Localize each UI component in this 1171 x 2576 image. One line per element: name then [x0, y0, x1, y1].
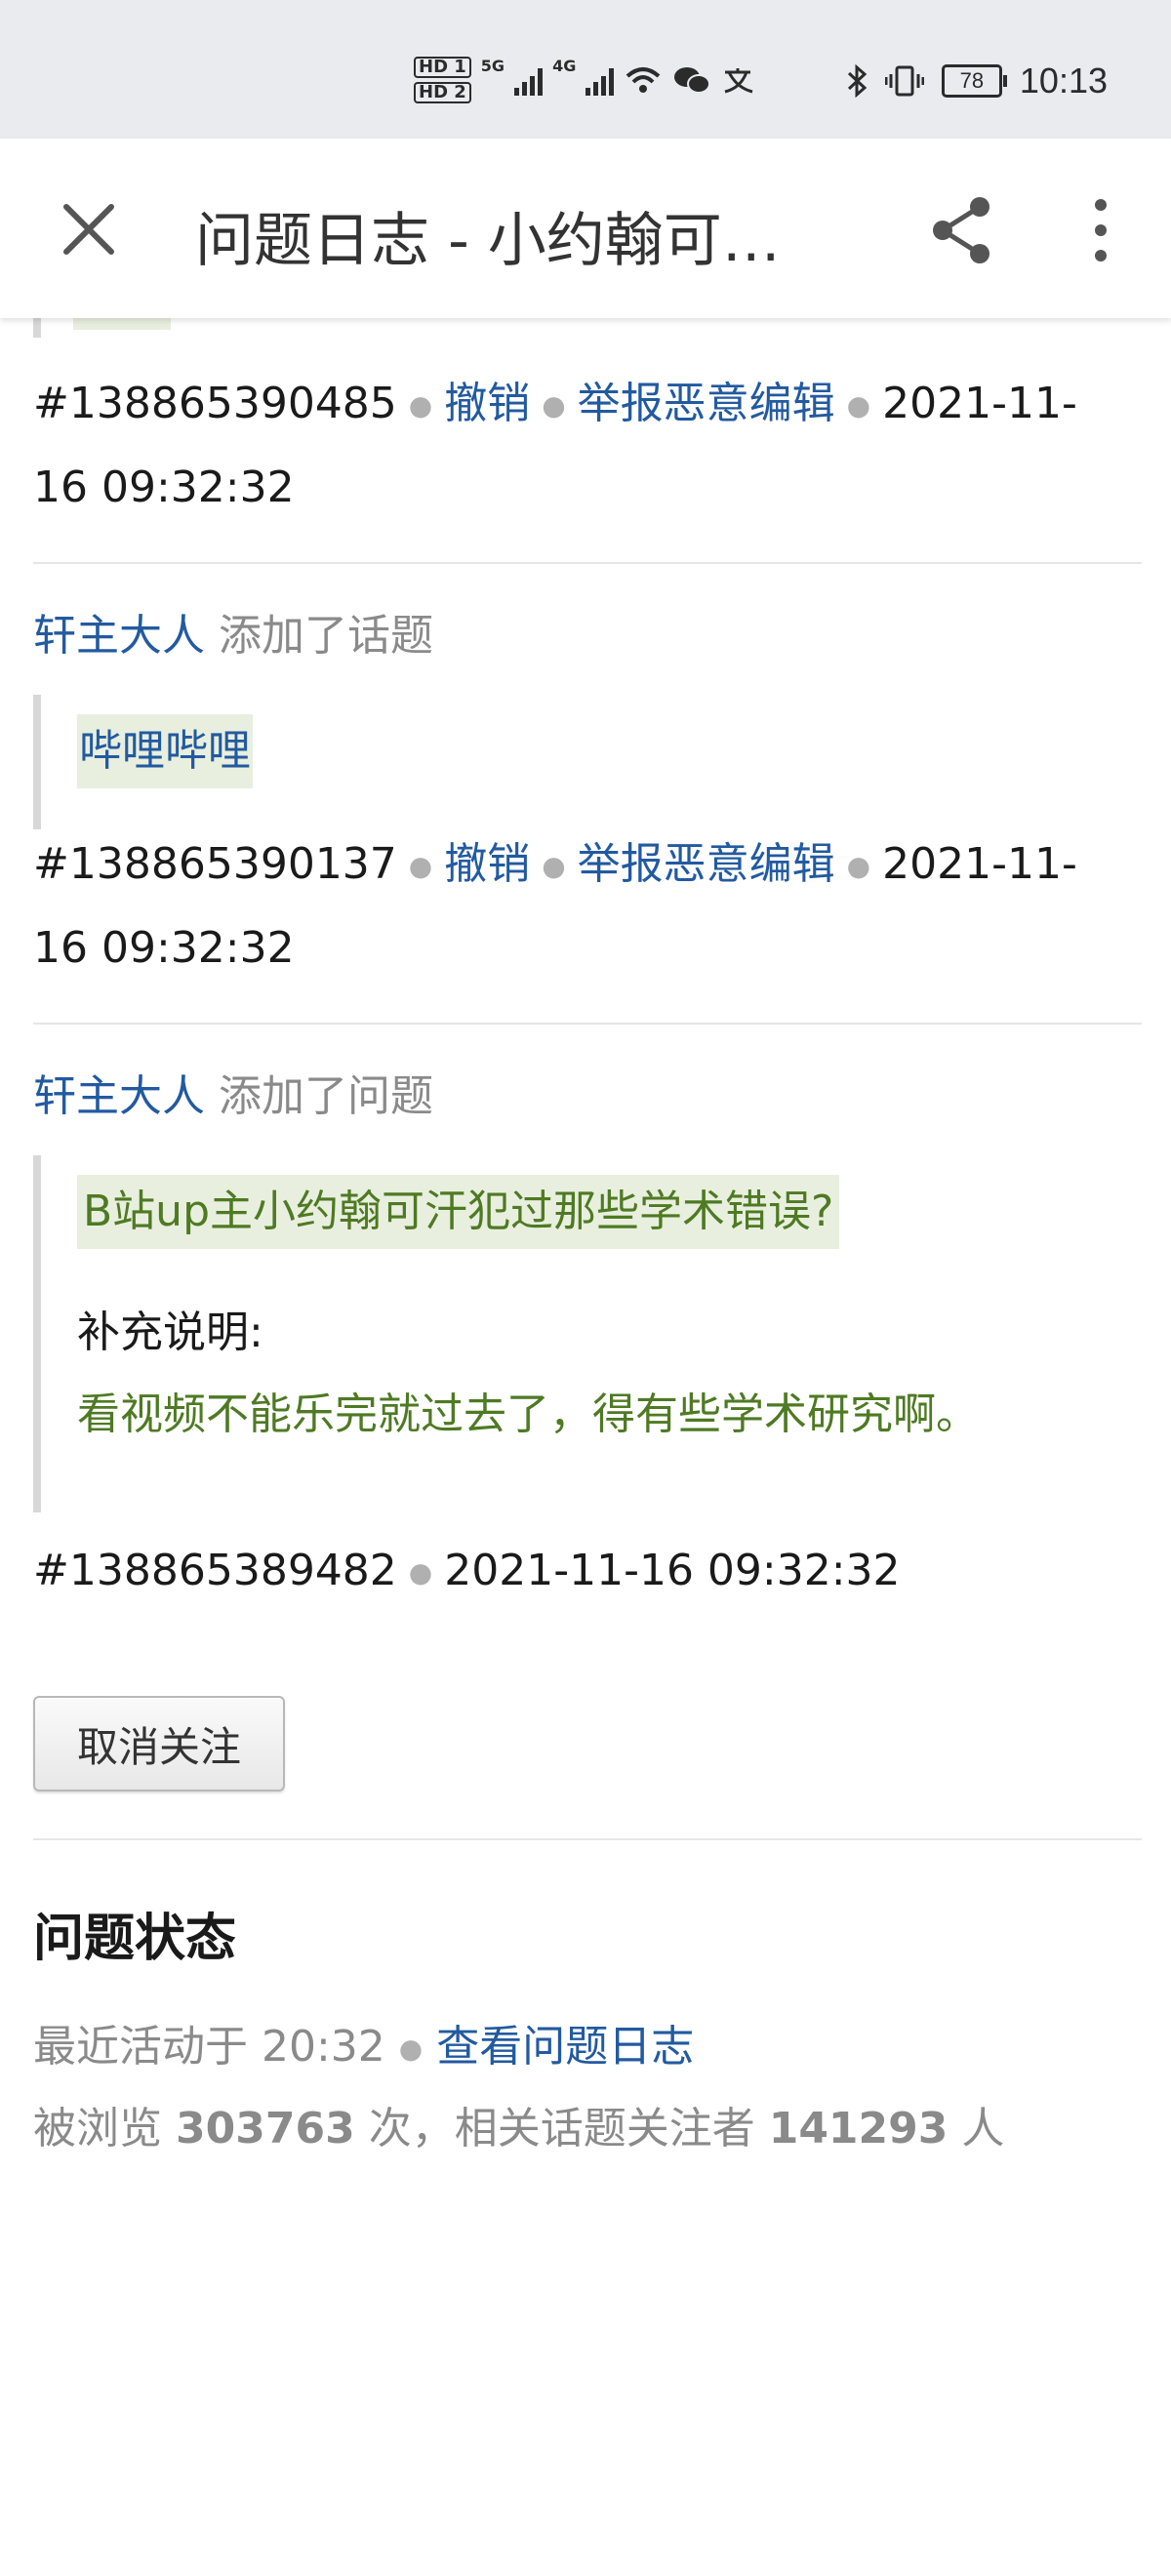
dot-separator: ● [408, 389, 433, 422]
revision-id: #138865390137 [33, 839, 397, 889]
action-text: 添加了问题 [219, 1071, 433, 1121]
undo-link[interactable]: 撤销 [444, 379, 530, 428]
status-right: 78 10:13 [846, 60, 1108, 101]
wechat-icon [674, 67, 711, 94]
entry-header: 轩主大人 添加了问题 [33, 1067, 433, 1126]
author-link[interactable]: 轩主大人 [33, 1071, 205, 1121]
timestamp-part2: 16 09:32:32 [33, 463, 295, 512]
dot-separator: ● [542, 389, 566, 422]
close-icon[interactable] [55, 195, 123, 263]
app-bar: 问题日志 - 小约翰可… [0, 139, 1171, 318]
recent-activity: 最近活动于 20:32 ● 查看问题日志 [33, 2006, 694, 2090]
author-link[interactable]: 轩主大人 [33, 611, 205, 661]
clock: 10:13 [1019, 60, 1108, 101]
divider [33, 1838, 1142, 1840]
hd-icon: HD 1 HD 2 [414, 57, 471, 103]
report-link[interactable]: 举报恶意编辑 [578, 839, 835, 889]
net2-label: 4G [552, 57, 577, 75]
report-link[interactable]: 举报恶意编辑 [578, 379, 835, 428]
more-vert-icon[interactable] [1073, 193, 1128, 267]
entry-meta: #138865390485 ● 撤销 ● 举报恶意编辑 ● 2021-11- 16 09:32… [33, 363, 1146, 529]
page-title: 问题日志 - 小约翰可… [195, 207, 781, 275]
signal-icon [514, 64, 544, 96]
hd2-label: HD 2 [414, 82, 471, 103]
topic-tag-partial [73, 318, 171, 330]
undo-link[interactable]: 撤销 [444, 839, 530, 889]
dot-separator: ● [408, 850, 433, 882]
followers-count: 141293 [768, 2104, 949, 2153]
views-suffix: 次，相关话题关注者 [368, 2104, 755, 2153]
vibrate-icon [884, 65, 924, 97]
followers-suffix: 人 [961, 2104, 1005, 2153]
views-prefix: 被浏览 [33, 2104, 162, 2153]
dot-separator: ● [846, 389, 871, 422]
supplement-label: 补充说明: [77, 1308, 263, 1357]
unfollow-button[interactable]: 取消关注 [33, 1696, 285, 1791]
recent-activity-label: 最近活动于 20:32 [33, 2022, 385, 2072]
divider [33, 562, 1142, 564]
dot-separator: ● [846, 850, 871, 882]
revision-id: #138865389482 [33, 1546, 397, 1595]
hd1-label: HD 1 [414, 57, 471, 78]
dot-separator: ● [398, 2033, 424, 2065]
status-left: HD 1 HD 2 5G 4G [414, 57, 756, 103]
view-stats: 被浏览 303763 次，相关话题关注者 141293 人 [33, 2088, 1004, 2170]
question-title[interactable]: B站up主小约翰可汗犯过那些学术错误? [77, 1175, 840, 1249]
topic-quote: 哔哩哔哩 [33, 695, 253, 829]
revision-id: #138865390485 [33, 379, 397, 428]
entry-header: 轩主大人 添加了话题 [33, 607, 433, 665]
topic-tag[interactable]: 哔哩哔哩 [77, 714, 253, 788]
dot-separator: ● [408, 1556, 433, 1589]
share-icon[interactable] [925, 193, 999, 267]
question-quote: B站up主小约翰可汗犯过那些学术错误? 补充说明: 看视频不能乐完就过去了，得有… [33, 1155, 1141, 1512]
bluetooth-icon [847, 64, 868, 98]
translate-icon [724, 68, 753, 94]
view-log-link[interactable]: 查看问题日志 [436, 2022, 694, 2072]
divider [33, 1023, 1142, 1025]
signal-icon-2 [586, 64, 615, 96]
supplement-text: 看视频不能乐完就过去了，得有些学术研究啊。 [77, 1389, 979, 1439]
entry-meta: #138865389482 ● 2021-11-16 09:32:32 [33, 1530, 1146, 1614]
status-bar: HD 1 HD 2 5G 4G 78 10:13 [0, 0, 1171, 139]
question-status-title: 问题状态 [33, 1910, 237, 1968]
timestamp-part1: 2021-11- [882, 839, 1077, 889]
timestamp-part1: 2021-11- [882, 379, 1077, 428]
action-text: 添加了话题 [219, 611, 433, 661]
views-count: 303763 [176, 2104, 355, 2153]
entry-meta: #138865390137 ● 撤销 ● 举报恶意编辑 ● 2021-11- 16 09:32… [33, 824, 1146, 989]
battery-icon: 78 [941, 64, 1007, 98]
wifi-icon [626, 67, 661, 93]
timestamp: 2021-11-16 09:32:32 [444, 1546, 901, 1595]
net1-label: 5G [480, 57, 505, 75]
timestamp-part2: 16 09:32:32 [33, 923, 295, 973]
quote-bar [33, 318, 41, 338]
dot-separator: ● [542, 850, 566, 882]
